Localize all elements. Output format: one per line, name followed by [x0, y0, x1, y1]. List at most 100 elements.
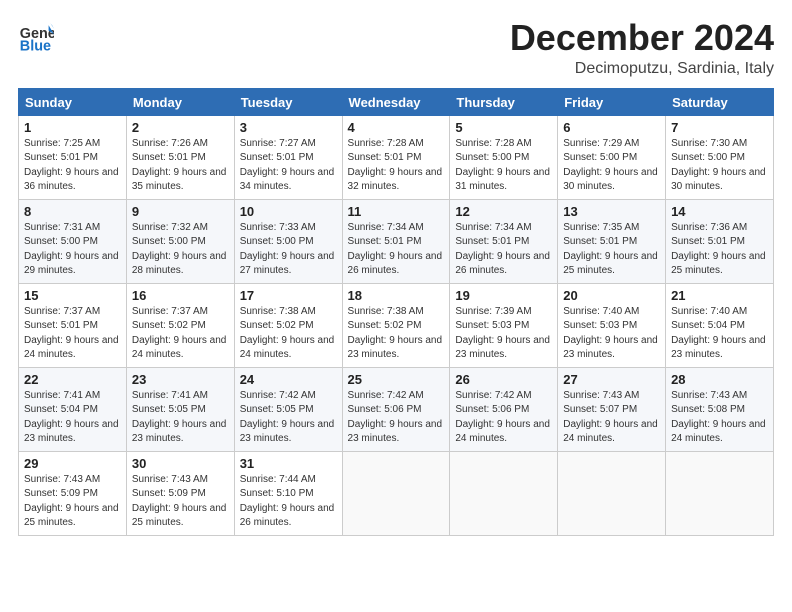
calendar-cell: 27Sunrise: 7:43 AMSunset: 5:07 PMDayligh…	[558, 367, 666, 451]
weekday-header-saturday: Saturday	[666, 88, 774, 115]
cell-info: Sunrise: 7:30 AMSunset: 5:00 PMDaylight:…	[671, 137, 768, 195]
calendar-cell: 12 Sunrise: 7:34 AMSunset: 5:01 PMDayligh…	[450, 199, 558, 283]
day-number: 4	[348, 120, 445, 135]
calendar-cell: 25 Sunrise: 7:42 AMSunset: 5:06 PMDayligh…	[342, 367, 450, 451]
day-number: 12	[455, 204, 552, 219]
cell-info: Sunrise: 7:41 AMSunset: 5:04 PMDaylight:…	[24, 389, 121, 447]
calendar-table: SundayMondayTuesdayWednesdayThursdayFrid…	[18, 88, 774, 536]
calendar-cell: 9 Sunrise: 7:32 AMSunset: 5:00 PMDaylight…	[126, 199, 234, 283]
header: General Blue December 2024 Decimoputzu, …	[18, 18, 774, 78]
title-area: December 2024 Decimoputzu, Sardinia, Ita…	[510, 18, 774, 78]
day-number: 26	[455, 372, 552, 387]
calendar-cell: 3 Sunrise: 7:27 AMSunset: 5:01 PMDaylight…	[234, 115, 342, 199]
cell-info: Sunrise: 7:37 AMSunset: 5:01 PMDaylight:…	[24, 305, 121, 363]
day-number: 31	[240, 456, 337, 471]
cell-info: Sunrise: 7:38 AMSunset: 5:02 PMDaylight:…	[348, 305, 445, 363]
day-number: 24	[240, 372, 337, 387]
calendar-cell: 31 Sunrise: 7:44 AMSunset: 5:10 PMDayligh…	[234, 451, 342, 535]
day-number: 25	[348, 372, 445, 387]
cell-info: Sunrise: 7:29 AMSunset: 5:00 PMDaylight:…	[563, 137, 660, 195]
cell-info: Sunrise: 7:43 AMSunset: 5:07 PMDaylight:…	[563, 389, 660, 447]
month-title: December 2024	[510, 18, 774, 58]
calendar-cell	[666, 451, 774, 535]
calendar-cell: 19 Sunrise: 7:39 AMSunset: 5:03 PMDayligh…	[450, 283, 558, 367]
calendar-cell: 13Sunrise: 7:35 AMSunset: 5:01 PMDayligh…	[558, 199, 666, 283]
calendar-cell: 5 Sunrise: 7:28 AMSunset: 5:00 PMDaylight…	[450, 115, 558, 199]
cell-info: Sunrise: 7:25 AMSunset: 5:01 PMDaylight:…	[24, 137, 121, 195]
cell-info: Sunrise: 7:38 AMSunset: 5:02 PMDaylight:…	[240, 305, 337, 363]
calendar-cell: 11 Sunrise: 7:34 AMSunset: 5:01 PMDayligh…	[342, 199, 450, 283]
day-number: 1	[24, 120, 121, 135]
calendar-cell: 26 Sunrise: 7:42 AMSunset: 5:06 PMDayligh…	[450, 367, 558, 451]
cell-info: Sunrise: 7:43 AMSunset: 5:09 PMDaylight:…	[132, 473, 229, 531]
location-title: Decimoputzu, Sardinia, Italy	[510, 60, 774, 78]
cell-info: Sunrise: 7:40 AMSunset: 5:04 PMDaylight:…	[671, 305, 768, 363]
weekday-header-thursday: Thursday	[450, 88, 558, 115]
day-number: 19	[455, 288, 552, 303]
day-number: 2	[132, 120, 229, 135]
cell-info: Sunrise: 7:33 AMSunset: 5:00 PMDaylight:…	[240, 221, 337, 279]
calendar-cell: 8 Sunrise: 7:31 AMSunset: 5:00 PMDaylight…	[19, 199, 127, 283]
cell-info: Sunrise: 7:28 AMSunset: 5:00 PMDaylight:…	[455, 137, 552, 195]
cell-info: Sunrise: 7:40 AMSunset: 5:03 PMDaylight:…	[563, 305, 660, 363]
cell-info: Sunrise: 7:37 AMSunset: 5:02 PMDaylight:…	[132, 305, 229, 363]
calendar-cell: 2 Sunrise: 7:26 AMSunset: 5:01 PMDaylight…	[126, 115, 234, 199]
day-number: 17	[240, 288, 337, 303]
calendar-cell: 10 Sunrise: 7:33 AMSunset: 5:00 PMDayligh…	[234, 199, 342, 283]
calendar-week-5: 29 Sunrise: 7:43 AMSunset: 5:09 PMDayligh…	[19, 451, 774, 535]
cell-info: Sunrise: 7:44 AMSunset: 5:10 PMDaylight:…	[240, 473, 337, 531]
cell-info: Sunrise: 7:42 AMSunset: 5:06 PMDaylight:…	[455, 389, 552, 447]
calendar-cell: 30 Sunrise: 7:43 AMSunset: 5:09 PMDayligh…	[126, 451, 234, 535]
day-number: 10	[240, 204, 337, 219]
logo: General Blue	[18, 18, 54, 54]
day-number: 22	[24, 372, 121, 387]
cell-info: Sunrise: 7:34 AMSunset: 5:01 PMDaylight:…	[348, 221, 445, 279]
weekday-header-sunday: Sunday	[19, 88, 127, 115]
cell-info: Sunrise: 7:39 AMSunset: 5:03 PMDaylight:…	[455, 305, 552, 363]
calendar-week-3: 15 Sunrise: 7:37 AMSunset: 5:01 PMDayligh…	[19, 283, 774, 367]
cell-info: Sunrise: 7:32 AMSunset: 5:00 PMDaylight:…	[132, 221, 229, 279]
calendar-cell: 28Sunrise: 7:43 AMSunset: 5:08 PMDayligh…	[666, 367, 774, 451]
calendar-week-2: 8 Sunrise: 7:31 AMSunset: 5:00 PMDaylight…	[19, 199, 774, 283]
weekday-header-wednesday: Wednesday	[342, 88, 450, 115]
calendar-cell: 7Sunrise: 7:30 AMSunset: 5:00 PMDaylight…	[666, 115, 774, 199]
day-number: 18	[348, 288, 445, 303]
day-number: 20	[563, 288, 660, 303]
cell-info: Sunrise: 7:31 AMSunset: 5:00 PMDaylight:…	[24, 221, 121, 279]
cell-info: Sunrise: 7:36 AMSunset: 5:01 PMDaylight:…	[671, 221, 768, 279]
cell-info: Sunrise: 7:27 AMSunset: 5:01 PMDaylight:…	[240, 137, 337, 195]
cell-info: Sunrise: 7:43 AMSunset: 5:09 PMDaylight:…	[24, 473, 121, 531]
cell-info: Sunrise: 7:42 AMSunset: 5:05 PMDaylight:…	[240, 389, 337, 447]
weekday-header-friday: Friday	[558, 88, 666, 115]
calendar-week-4: 22 Sunrise: 7:41 AMSunset: 5:04 PMDayligh…	[19, 367, 774, 451]
logo-icon: General Blue	[18, 18, 54, 54]
svg-text:Blue: Blue	[20, 38, 51, 54]
day-number: 29	[24, 456, 121, 471]
cell-info: Sunrise: 7:34 AMSunset: 5:01 PMDaylight:…	[455, 221, 552, 279]
day-number: 8	[24, 204, 121, 219]
day-number: 9	[132, 204, 229, 219]
day-number: 14	[671, 204, 768, 219]
calendar-cell: 14 Sunrise: 7:36 AMSunset: 5:01 PMDayligh…	[666, 199, 774, 283]
cell-info: Sunrise: 7:26 AMSunset: 5:01 PMDaylight:…	[132, 137, 229, 195]
cell-info: Sunrise: 7:41 AMSunset: 5:05 PMDaylight:…	[132, 389, 229, 447]
calendar-cell: 29 Sunrise: 7:43 AMSunset: 5:09 PMDayligh…	[19, 451, 127, 535]
weekday-header-tuesday: Tuesday	[234, 88, 342, 115]
calendar-cell: 17 Sunrise: 7:38 AMSunset: 5:02 PMDayligh…	[234, 283, 342, 367]
cell-info: Sunrise: 7:42 AMSunset: 5:06 PMDaylight:…	[348, 389, 445, 447]
cell-info: Sunrise: 7:28 AMSunset: 5:01 PMDaylight:…	[348, 137, 445, 195]
day-number: 15	[24, 288, 121, 303]
calendar-cell: 18 Sunrise: 7:38 AMSunset: 5:02 PMDayligh…	[342, 283, 450, 367]
day-number: 16	[132, 288, 229, 303]
day-number: 11	[348, 204, 445, 219]
day-number: 28	[671, 372, 768, 387]
calendar-cell: 4 Sunrise: 7:28 AMSunset: 5:01 PMDaylight…	[342, 115, 450, 199]
cell-info: Sunrise: 7:35 AMSunset: 5:01 PMDaylight:…	[563, 221, 660, 279]
calendar-cell: 21Sunrise: 7:40 AMSunset: 5:04 PMDayligh…	[666, 283, 774, 367]
day-number: 3	[240, 120, 337, 135]
day-number: 30	[132, 456, 229, 471]
day-number: 5	[455, 120, 552, 135]
calendar-cell: 16 Sunrise: 7:37 AMSunset: 5:02 PMDayligh…	[126, 283, 234, 367]
calendar-cell: 23Sunrise: 7:41 AMSunset: 5:05 PMDayligh…	[126, 367, 234, 451]
calendar-cell: 1 Sunrise: 7:25 AMSunset: 5:01 PMDaylight…	[19, 115, 127, 199]
